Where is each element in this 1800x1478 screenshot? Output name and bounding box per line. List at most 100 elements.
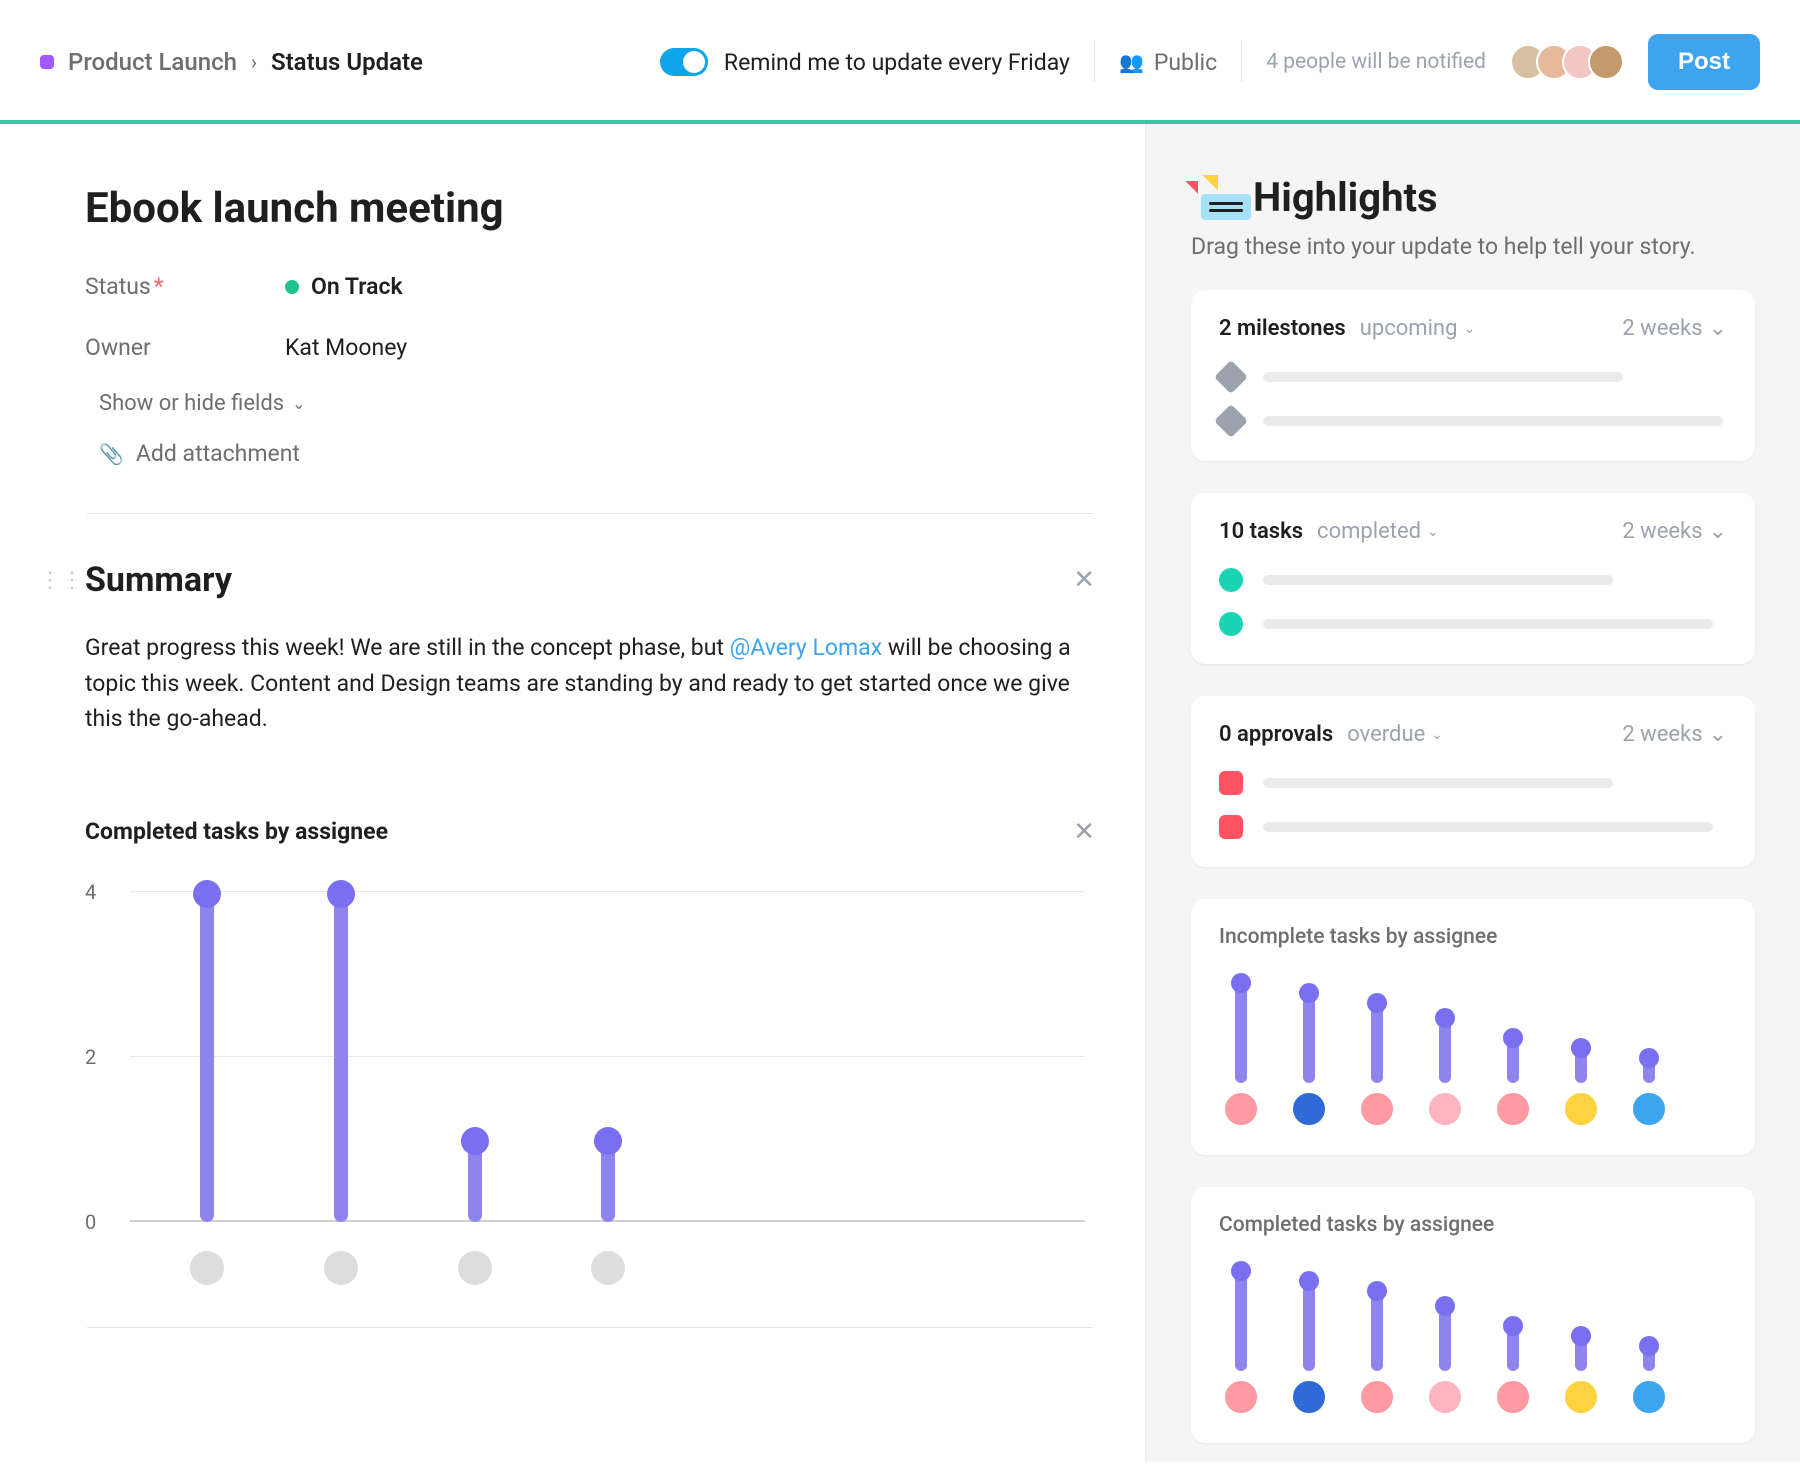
card-row — [1219, 612, 1727, 636]
mini-chart-column — [1427, 1018, 1463, 1127]
highlight-card[interactable]: 10 tasks completed ⌄ 2 weeks ⌄ — [1191, 493, 1755, 664]
chart-bar — [601, 1139, 615, 1222]
reminder-row: Remind me to update every Friday — [660, 48, 1070, 76]
card-timeframe-dropdown[interactable]: 2 weeks ⌄ — [1622, 316, 1727, 341]
chevron-down-icon: ⌄ — [1709, 519, 1727, 544]
highlight-card[interactable]: 2 milestones upcoming ⌄ 2 weeks ⌄ — [1191, 290, 1755, 461]
card-timeframe-dropdown[interactable]: 2 weeks ⌄ — [1622, 722, 1727, 747]
y-axis-tick: 0 — [85, 1210, 96, 1234]
card-count: 0 approvals — [1219, 722, 1333, 747]
status-value[interactable]: On Track — [285, 273, 1095, 300]
section-divider — [87, 513, 1093, 514]
assignee-avatar[interactable] — [456, 1249, 494, 1287]
visibility-control[interactable]: 👥 Public — [1119, 49, 1217, 76]
assignee-avatar[interactable] — [1291, 1379, 1327, 1415]
completed-tasks-chart: 024 — [85, 867, 1095, 1317]
mini-chart-column — [1495, 1326, 1531, 1415]
y-axis-tick: 4 — [85, 880, 96, 904]
highlights-subtitle: Drag these into your update to help tell… — [1191, 233, 1755, 260]
card-status-dropdown[interactable]: upcoming ⌄ — [1360, 316, 1475, 341]
mini-chart-column — [1359, 1003, 1395, 1127]
assignee-avatar[interactable] — [1495, 1379, 1531, 1415]
placeholder-line — [1263, 416, 1723, 426]
mini-chart-card[interactable]: Incomplete tasks by assignee — [1191, 899, 1755, 1155]
assignee-avatar[interactable] — [589, 1249, 627, 1287]
assignee-avatar[interactable] — [1631, 1379, 1667, 1415]
reminder-label: Remind me to update every Friday — [724, 49, 1070, 76]
assignee-avatar[interactable] — [1495, 1091, 1531, 1127]
owner-value[interactable]: Kat Mooney — [285, 334, 1095, 361]
diamond-icon — [1214, 360, 1248, 394]
highlight-card[interactable]: 0 approvals overdue ⌄ 2 weeks ⌄ — [1191, 696, 1755, 867]
owner-label: Owner — [85, 334, 285, 361]
avatar[interactable] — [1588, 44, 1624, 80]
card-status-dropdown[interactable]: overdue ⌄ — [1347, 722, 1443, 747]
assignee-avatar[interactable] — [322, 1249, 360, 1287]
mini-chart-title: Incomplete tasks by assignee — [1219, 925, 1727, 949]
assignee-avatar[interactable] — [1631, 1091, 1667, 1127]
highlights-header: Highlights — [1191, 174, 1755, 221]
card-row — [1219, 771, 1727, 795]
card-count: 10 tasks — [1219, 519, 1303, 544]
card-row — [1219, 365, 1727, 389]
mini-chart-column — [1631, 1058, 1667, 1127]
assignee-avatar[interactable] — [1563, 1379, 1599, 1415]
assignee-avatar[interactable] — [1427, 1091, 1463, 1127]
mini-chart-column — [1359, 1291, 1395, 1415]
mini-chart-column — [1495, 1038, 1531, 1127]
breadcrumb-parent[interactable]: Product Launch — [68, 48, 237, 76]
card-row — [1219, 815, 1727, 839]
header-divider — [1094, 42, 1095, 82]
assignee-avatar[interactable] — [1223, 1379, 1259, 1415]
notify-text: 4 people will be notified — [1266, 50, 1486, 74]
user-mention[interactable]: @Avery Lomax — [730, 634, 882, 661]
mini-chart-card[interactable]: Completed tasks by assignee — [1191, 1187, 1755, 1443]
status-dot-icon — [285, 280, 299, 294]
reminder-toggle[interactable] — [660, 48, 708, 76]
assignee-avatar[interactable] — [1359, 1091, 1395, 1127]
breadcrumb: Product Launch › Status Update — [40, 48, 423, 76]
assignee-avatar[interactable] — [1223, 1091, 1259, 1127]
card-row — [1219, 568, 1727, 592]
drag-handle-icon[interactable]: ⋮⋮ — [39, 568, 83, 593]
header-divider — [1241, 42, 1242, 82]
chevron-down-icon: ⌄ — [292, 394, 305, 413]
mini-chart-column — [1427, 1306, 1463, 1415]
highlights-panel: Highlights Drag these into your update t… — [1145, 124, 1800, 1462]
chart-bar — [334, 892, 348, 1222]
highlights-title: Highlights — [1253, 174, 1438, 221]
chart-header: Completed tasks by assignee ✕ — [85, 817, 1095, 847]
page-title[interactable]: Ebook launch meeting — [85, 184, 1095, 233]
circle-icon — [1219, 568, 1243, 592]
show-hide-fields[interactable]: Show or hide fields ⌄ — [99, 391, 1095, 416]
placeholder-line — [1263, 778, 1613, 788]
mini-chart-column — [1631, 1346, 1667, 1415]
chevron-right-icon: › — [251, 50, 257, 74]
mini-chart-column — [1223, 983, 1259, 1127]
assignee-avatar[interactable] — [1427, 1379, 1463, 1415]
notified-avatars[interactable] — [1510, 44, 1624, 80]
highlights-icon — [1191, 176, 1235, 220]
remove-section-button[interactable]: ✕ — [1073, 565, 1095, 595]
project-color-dot — [40, 55, 54, 69]
header-bar: Product Launch › Status Update Remind me… — [0, 0, 1800, 124]
chevron-down-icon: ⌄ — [1427, 524, 1439, 540]
chevron-down-icon: ⌄ — [1709, 722, 1727, 747]
assignee-avatar[interactable] — [1291, 1091, 1327, 1127]
chart-bar — [468, 1139, 482, 1222]
assignee-avatar[interactable] — [188, 1249, 226, 1287]
card-status-dropdown[interactable]: completed ⌄ — [1317, 519, 1439, 544]
post-button[interactable]: Post — [1648, 34, 1760, 90]
card-timeframe-dropdown[interactable]: 2 weeks ⌄ — [1622, 519, 1727, 544]
editor-column: Ebook launch meeting Status* On Track Ow… — [0, 124, 1145, 1462]
breadcrumb-current: Status Update — [271, 48, 423, 76]
visibility-label: Public — [1154, 49, 1217, 76]
assignee-avatar[interactable] — [1359, 1379, 1395, 1415]
diamond-icon — [1214, 404, 1248, 438]
assignee-avatar[interactable] — [1563, 1091, 1599, 1127]
status-label: Status* — [85, 273, 285, 300]
remove-section-button[interactable]: ✕ — [1073, 817, 1095, 847]
square-icon — [1219, 771, 1243, 795]
add-attachment[interactable]: 📎 Add attachment — [99, 440, 1095, 467]
summary-text[interactable]: Great progress this week! We are still i… — [85, 630, 1095, 737]
